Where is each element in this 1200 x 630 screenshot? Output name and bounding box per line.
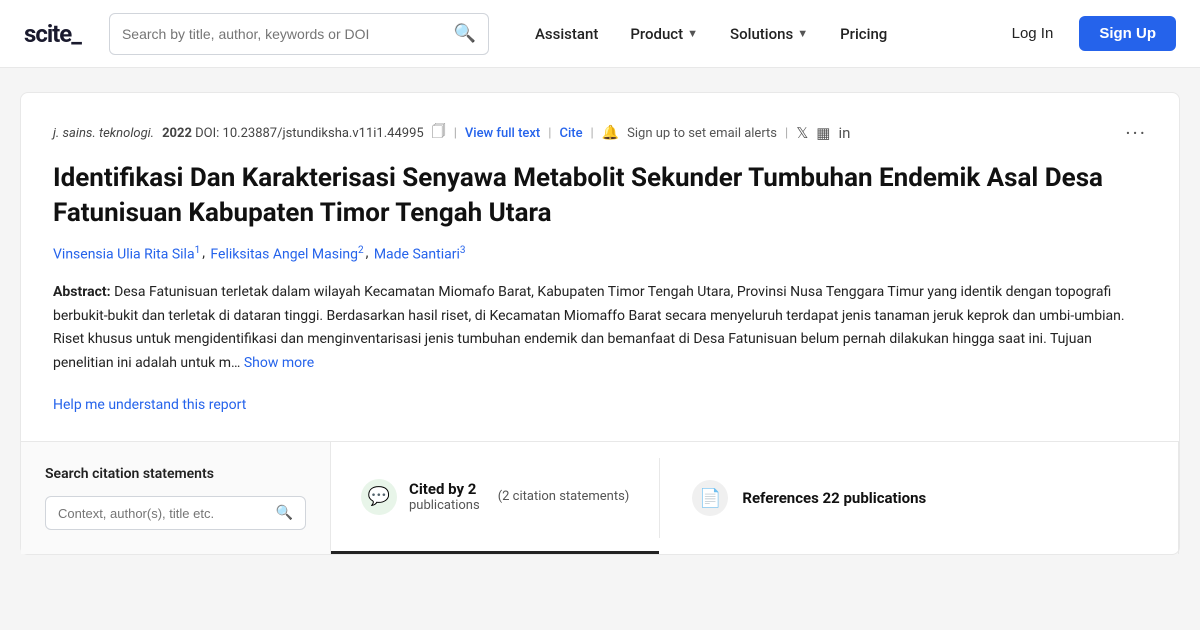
abstract-text: Desa Fatunisuan terletak dalam wilayah K…: [53, 284, 1125, 371]
chevron-down-icon: ▼: [797, 27, 808, 40]
search-input[interactable]: [122, 26, 446, 42]
facebook-icon[interactable]: ▦: [816, 124, 830, 142]
references-tab-text: References 22 publications: [742, 489, 926, 507]
twitter-icon[interactable]: 𝕏: [796, 124, 808, 142]
authors: Vinsensia Ulia Rita Sila1 , Feliksitas A…: [53, 245, 1147, 263]
author-2[interactable]: Feliksitas Angel Masing2: [210, 245, 363, 263]
cited-by-tab-text: Cited by 2 publications: [409, 480, 480, 513]
more-options-button[interactable]: ···: [1125, 121, 1147, 145]
linkedin-icon[interactable]: in: [838, 124, 850, 142]
search-small-icon[interactable]: 🔍: [276, 505, 293, 521]
signup-button[interactable]: Sign Up: [1079, 16, 1176, 51]
citation-search-input-wrap: 🔍: [45, 496, 306, 530]
citation-statements-label: (2 citation statements): [498, 489, 630, 504]
abstract: Abstract: Desa Fatunisuan terletak dalam…: [53, 281, 1147, 376]
author-1[interactable]: Vinsensia Ulia Rita Sila1: [53, 245, 200, 263]
article-meta: j. sains. teknologi. 2022 DOI: 10.23887/…: [53, 121, 1147, 145]
nav-item-product[interactable]: Product ▼: [616, 17, 712, 51]
references-tab[interactable]: 📄 References 22 publications: [660, 442, 1178, 554]
article-card: j. sains. teknologi. 2022 DOI: 10.23887/…: [20, 92, 1180, 555]
citation-search-field[interactable]: [58, 506, 268, 521]
show-more-link[interactable]: Show more: [244, 355, 314, 371]
author-3[interactable]: Made Santiari3: [374, 245, 466, 263]
cited-by-tab[interactable]: 💬 Cited by 2 publications (2 citation st…: [331, 442, 659, 554]
journal-name: j. sains. teknologi.: [53, 126, 154, 141]
chevron-down-icon: ▼: [687, 27, 698, 40]
nav-item-assistant[interactable]: Assistant: [521, 17, 612, 51]
alert-text: Sign up to set email alerts: [627, 126, 777, 141]
nav-item-pricing[interactable]: Pricing: [826, 17, 901, 51]
chat-bubble-icon: 💬: [368, 486, 390, 507]
logo: scite_: [24, 20, 81, 48]
citation-tabs: 💬 Cited by 2 publications (2 citation st…: [331, 442, 1179, 554]
bell-icon: 🔔: [602, 125, 619, 141]
nav-links: Assistant Product ▼ Solutions ▼ Pricing: [521, 17, 984, 51]
search-icon[interactable]: 🔍: [454, 23, 476, 44]
year-doi: 2022 DOI: 10.23887/jstundiksha.v11i1.449…: [162, 126, 424, 141]
navbar: scite_ 🔍 Assistant Product ▼ Solutions ▼…: [0, 0, 1200, 68]
cited-by-icon-wrap: 💬: [361, 479, 397, 515]
cite-link[interactable]: Cite: [559, 126, 582, 141]
help-understand-link[interactable]: Help me understand this report: [53, 397, 246, 413]
citation-search-title: Search citation statements: [45, 466, 306, 482]
login-button[interactable]: Log In: [996, 17, 1070, 50]
social-icons: 𝕏 ▦ in: [796, 124, 850, 142]
citations-section: Search citation statements 🔍 💬 Cited by …: [21, 441, 1179, 554]
search-bar: 🔍: [109, 13, 489, 55]
view-full-text-link[interactable]: View full text: [465, 126, 540, 141]
references-icon-wrap: 📄: [692, 480, 728, 516]
nav-actions: Log In Sign Up: [996, 16, 1176, 51]
citation-search-panel: Search citation statements 🔍: [21, 442, 331, 554]
document-icon: 📄: [699, 488, 721, 509]
copy-icon[interactable]: 🗍: [432, 121, 446, 145]
nav-item-solutions[interactable]: Solutions ▼: [716, 17, 822, 51]
article-title: Identifikasi Dan Karakterisasi Senyawa M…: [53, 161, 1147, 231]
